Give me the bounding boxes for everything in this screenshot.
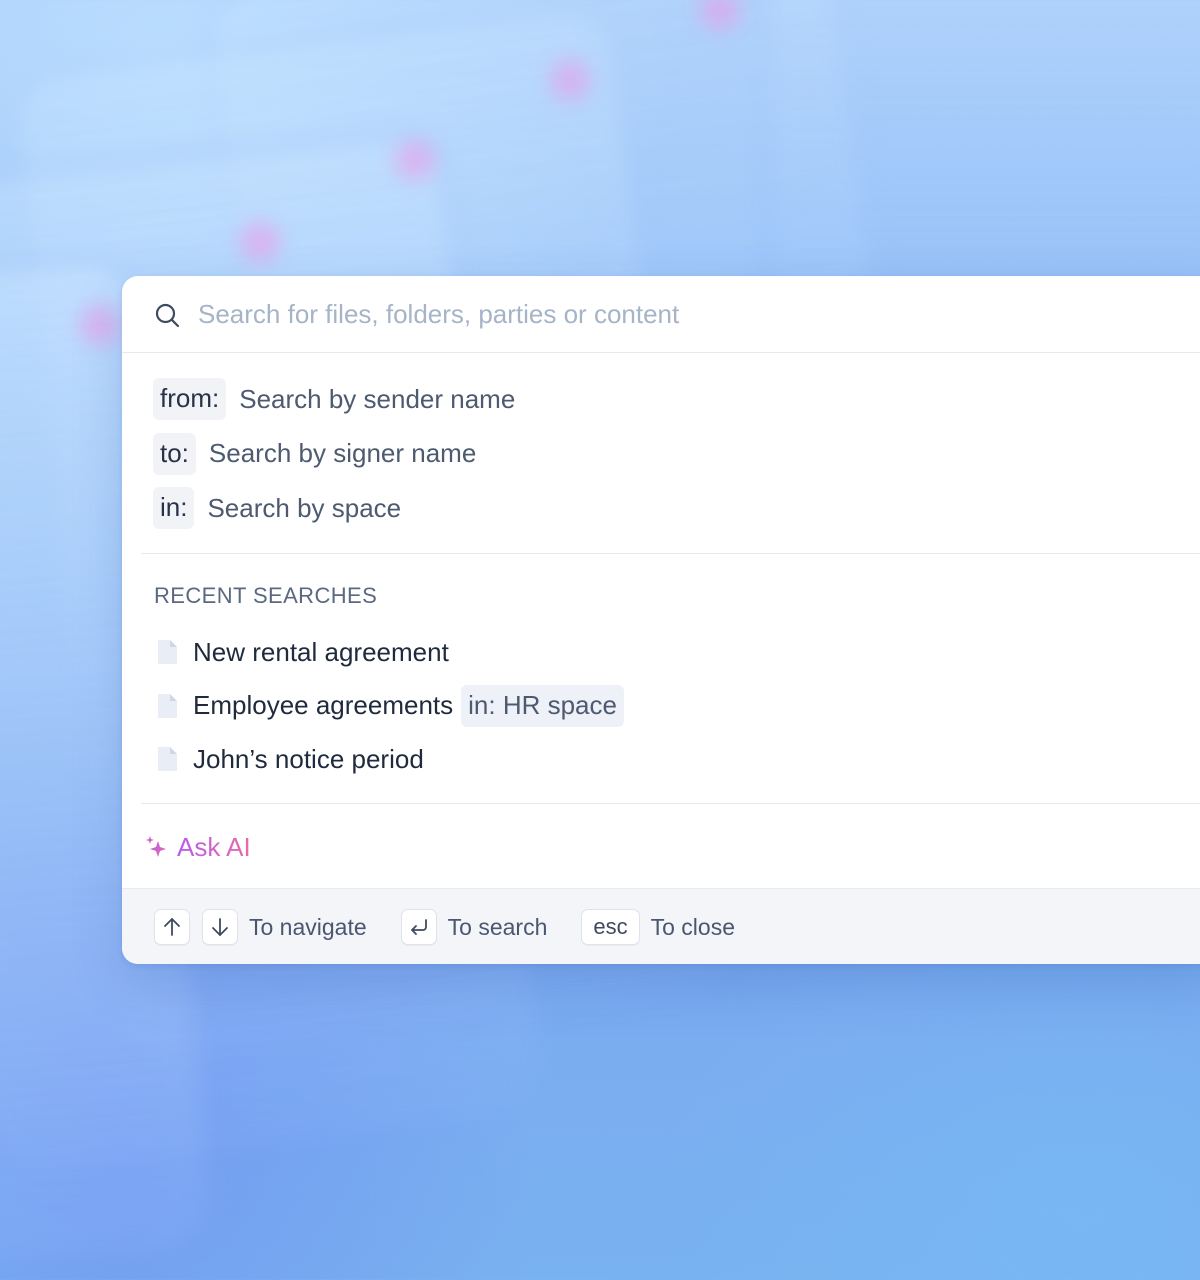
document-icon [158,693,177,718]
filter-description: Search by signer name [208,438,477,468]
enter-key [400,909,437,945]
keyboard-hints-footer: To navigate To search esc To close [122,888,1200,964]
background-glint [550,60,590,100]
arrow-up-key [154,909,190,945]
ask-ai-label: Ask AI [177,831,251,862]
arrow-down-icon [212,918,228,936]
background-glint [80,305,120,345]
search-bar[interactable] [122,276,1200,353]
ask-ai-button[interactable]: Ask AI [145,827,251,867]
background-glint [395,140,435,180]
recent-searches-list: New rental agreement Employee agreements… [155,632,624,793]
filter-chip: from: [153,378,227,420]
enter-icon [410,919,427,935]
arrow-down-key [202,909,238,945]
recent-search-item[interactable]: New rental agreement [155,632,624,672]
recent-search-text: Employee agreements [193,690,454,720]
divider [141,553,1200,554]
recent-search-text: John’s notice period [193,743,424,774]
recent-searches-heading: RECENT SEARCHES [154,583,378,608]
filter-option-to[interactable]: to: Search by signer name [153,432,515,475]
recent-search-item[interactable]: John’s notice period [155,739,624,779]
filter-description: Search by space [207,492,402,523]
arrow-up-icon [164,918,180,936]
divider [141,803,1200,804]
filter-chip: to: [153,432,196,475]
document-icon [158,640,177,664]
sparkle-icon [146,836,166,857]
filter-option-in[interactable]: in: Search by space [153,487,515,529]
filter-description: Search by sender name [239,383,516,414]
recent-search-item[interactable]: Employee agreements in: HR space [155,684,624,727]
navigate-hint: To navigate [249,913,367,940]
background-glint [240,222,280,262]
document-icon [158,747,177,771]
recent-search-text: New rental agreement [193,636,449,667]
filter-option-from[interactable]: from: Search by sender name [153,378,515,420]
search-input[interactable] [198,294,1098,334]
space-filter-chip: in: HR space [461,684,624,727]
close-hint: To close [650,913,735,940]
search-hint: To search [447,913,548,940]
search-dialog: from: Search by sender name to: Search b… [122,276,1200,964]
search-icon [155,303,180,328]
filter-chip: in: [153,487,195,529]
filter-suggestions: from: Search by sender name to: Search b… [153,378,515,542]
esc-key: esc [581,909,640,945]
